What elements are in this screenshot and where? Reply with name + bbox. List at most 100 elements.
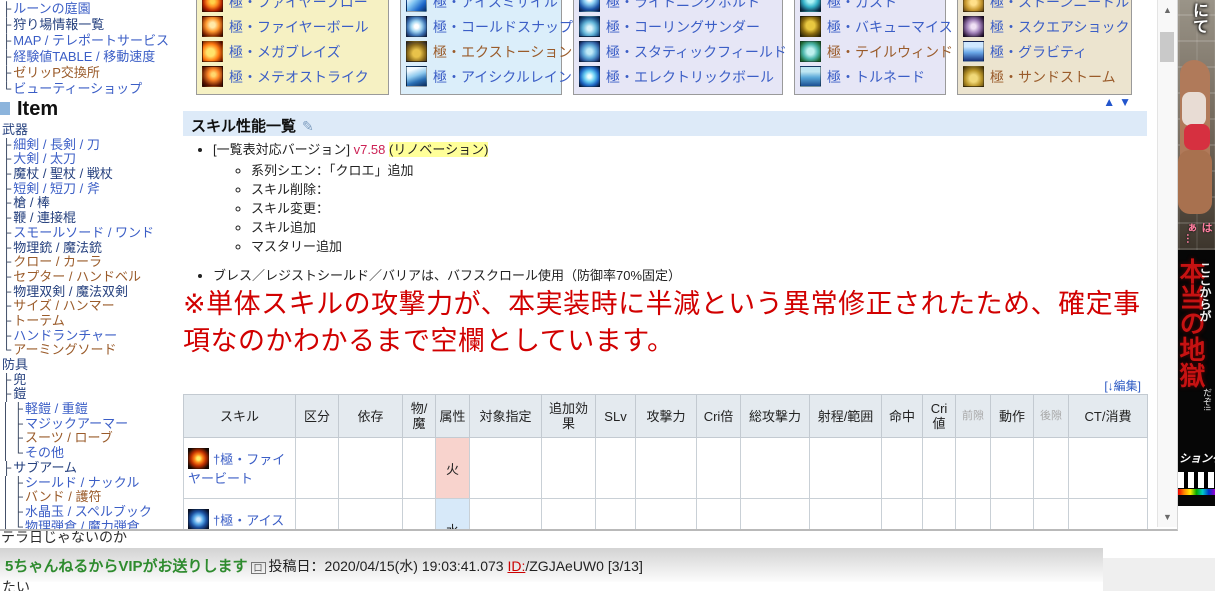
sidebar-item[interactable]: ├槍 / 棒 xyxy=(2,196,182,211)
skill-box-fire: 極・ファイヤーブロー極・ファイヤーボール極・メガブレイズ極・メテオストライク xyxy=(196,0,389,95)
skill-link[interactable]: 極・サンドストーム xyxy=(963,64,1124,89)
skill-link[interactable]: 極・ファイヤーボール xyxy=(202,14,381,39)
ad-photo: にて はぁ… xyxy=(1178,0,1215,250)
table-row: †極・ファイヤービート火 xyxy=(184,438,1148,499)
sidebar-item[interactable]: │ └その他 xyxy=(2,446,182,461)
ad-banner[interactable]: にて はぁ… 本当の地獄 ここからが だぞ!! ションゲ xyxy=(1178,0,1215,506)
skill-link[interactable]: 極・スタティックフィールド xyxy=(579,39,775,64)
sidebar-item[interactable]: ├短剣 / 短刀 / 斧 xyxy=(2,182,182,197)
sidebar-item[interactable]: ├魔杖 / 聖杖 / 戦杖 xyxy=(2,167,182,182)
sidebar-item-label: スーツ / ローブ xyxy=(25,431,113,445)
skill-link[interactable]: 極・エレクトリックボール xyxy=(579,64,775,89)
scroll-to-bottom-icon[interactable]: ▼ xyxy=(1119,95,1135,109)
sidebar-item[interactable]: ├セプター / ハンドベル xyxy=(2,270,182,285)
ice-beat-orb-icon xyxy=(188,509,209,530)
edit-pencil-icon[interactable]: ✎ xyxy=(302,118,314,134)
sidebar-item[interactable]: ├MAP / テレポートサービス xyxy=(2,33,182,49)
empty-cell xyxy=(636,499,697,532)
scrollbar-thumb[interactable] xyxy=(1160,32,1174,62)
sidebar-item[interactable]: ├鞭 / 連接棍 xyxy=(2,211,182,226)
sidebar-heading-label: Item xyxy=(17,98,58,120)
post-id-link[interactable]: ID: xyxy=(507,558,525,574)
column-header: 攻撃力 xyxy=(636,395,697,438)
sidebar-item[interactable]: │ ├軽鎧 / 重鎧 xyxy=(2,402,182,417)
sidebar-item[interactable]: ├ハンドランチャー xyxy=(2,329,182,344)
version-note: (リノベーション) xyxy=(389,142,488,157)
sidebar-item-label: 物理銃 / 魔法銃 xyxy=(13,241,102,255)
skill-link[interactable]: 極・メテオストライク xyxy=(202,64,381,89)
column-header: スキル xyxy=(184,395,296,438)
empty-cell xyxy=(542,499,596,532)
skill-link[interactable]: 極・ストーンニードル xyxy=(963,0,1124,14)
sidebar-item[interactable]: ├物理銃 / 魔法銃 xyxy=(2,241,182,256)
skill-link[interactable]: 極・コーリングサンダー xyxy=(579,14,775,39)
sidebar-item[interactable]: │ ├水晶玉 / スペルブック xyxy=(2,505,182,520)
sidebar-item[interactable]: ├大剣 / 太刀 xyxy=(2,152,182,167)
sidebar-item[interactable]: │ └物理弾倉 / 魔力弾倉 xyxy=(2,520,182,531)
sidebar-item[interactable]: ├トーテム xyxy=(2,314,182,329)
column-header: 依存 xyxy=(339,395,403,438)
static-field-icon xyxy=(579,41,600,62)
sidebar-item[interactable]: ├経験値TABLE / 移動速度 xyxy=(2,49,182,65)
sidebar-heading-item: Item xyxy=(0,98,182,121)
skill-link[interactable]: 極・エクストーション xyxy=(406,39,554,64)
scrollbar-up-icon[interactable]: ▲ xyxy=(1158,5,1177,15)
sidebar-item[interactable]: │ ├スーツ / ローブ xyxy=(2,431,182,446)
tree-branch-icon: ├ xyxy=(2,461,11,475)
sidebar-item[interactable]: └ビューティーショップ xyxy=(2,81,182,97)
skill-link[interactable]: 極・テイルウィンド xyxy=(800,39,938,64)
iframe-scrollbar[interactable]: ▲ ▼ xyxy=(1157,0,1177,527)
tree-branch-icon: │ ├ xyxy=(2,417,23,431)
skill-link[interactable]: 極・ライトニングボルト xyxy=(579,0,775,14)
empty-cell xyxy=(697,438,741,499)
sidebar-item-label: サイズ / ハンマー xyxy=(13,299,114,313)
skill-link-label: 極・トルネード xyxy=(827,67,925,87)
page-scroll-arrows[interactable]: ▲▼ xyxy=(1103,95,1135,109)
sidebar-item[interactable]: │ ├バンド / 護符 xyxy=(2,490,182,505)
skill-link[interactable]: 極・ファイヤーブロー xyxy=(202,0,381,14)
sidebar-item[interactable]: │ ├マジックアーマー xyxy=(2,417,182,432)
sidebar-item-label: バンド / 護符 xyxy=(25,490,102,504)
column-header: 後隙 xyxy=(1034,395,1069,438)
sidebar-item[interactable]: ├ゼリッP交換所 xyxy=(2,65,182,81)
sidebar-item[interactable]: ├クロー / カーラ xyxy=(2,255,182,270)
skill-link[interactable]: 極・スクエアショック xyxy=(963,14,1124,39)
sidebar-item[interactable]: ├サブアーム xyxy=(2,461,182,476)
mega-blaze-icon xyxy=(202,41,223,62)
sidebar-item[interactable]: ├物理双剣 / 魔法双剣 xyxy=(2,285,182,300)
skill-row-link[interactable]: †極・アイスビート xyxy=(188,513,284,531)
sidebar-item[interactable]: ├細剣 / 長剣 / 刀 xyxy=(2,138,182,153)
skill-link[interactable]: 極・ガスト xyxy=(800,0,938,14)
sub-item: マスタリー追加 xyxy=(251,239,1147,254)
skill-link[interactable]: 極・トルネード xyxy=(800,64,938,89)
empty-cell xyxy=(403,499,436,532)
skill-link[interactable]: 極・アイシクルレイン xyxy=(406,64,554,89)
scrollbar-down-icon[interactable]: ▼ xyxy=(1158,512,1177,522)
empty-cell xyxy=(923,499,956,532)
empty-cell xyxy=(956,438,991,499)
sidebar-item[interactable]: ├サイズ / ハンマー xyxy=(2,299,182,314)
sidebar-item[interactable]: ├鎧 xyxy=(2,387,182,402)
sidebar-item[interactable]: └アーミングソード xyxy=(2,343,182,358)
scroll-to-top-icon[interactable]: ▲ xyxy=(1103,95,1119,109)
tree-branch-icon: ├ xyxy=(2,270,11,284)
page: ├ルーンの庭園├狩り場情報一覧├MAP / テレポートサービス├経験値TABLE… xyxy=(0,0,1215,591)
sidebar-item[interactable]: ├ルーンの庭園 xyxy=(2,1,182,17)
skill-link[interactable]: 極・コールドスナップ xyxy=(406,14,554,39)
edit-link[interactable]: [↓編集] xyxy=(1104,377,1141,394)
skill-row-link[interactable]: †極・ファイヤービート xyxy=(188,452,285,486)
skill-link[interactable]: 極・アイスミサイル xyxy=(406,0,554,14)
sidebar-item[interactable]: ├狩り場情報一覧 xyxy=(2,17,182,33)
calling-thunder-icon xyxy=(579,16,600,37)
skill-link[interactable]: 極・メガブレイズ xyxy=(202,39,381,64)
skill-link[interactable]: 極・バキューマイス xyxy=(800,14,938,39)
skill-link[interactable]: 極・グラビティ xyxy=(963,39,1124,64)
post-id-value: /ZGJAeUW0 xyxy=(525,558,604,574)
column-header: 対象指定 xyxy=(470,395,542,438)
warning-text: ※単体スキルの攻撃力が、本実装時に半減という異常修正されたため、確定事項なのかわ… xyxy=(183,286,1161,360)
empty-cell xyxy=(596,438,636,499)
sidebar-item-label: 経験値TABLE / 移動速度 xyxy=(13,49,155,64)
sidebar-item[interactable]: ├兜 xyxy=(2,373,182,388)
sidebar-item[interactable]: │ ├シールド / ナックル xyxy=(2,476,182,491)
sidebar-item[interactable]: ├スモールソード / ワンド xyxy=(2,226,182,241)
